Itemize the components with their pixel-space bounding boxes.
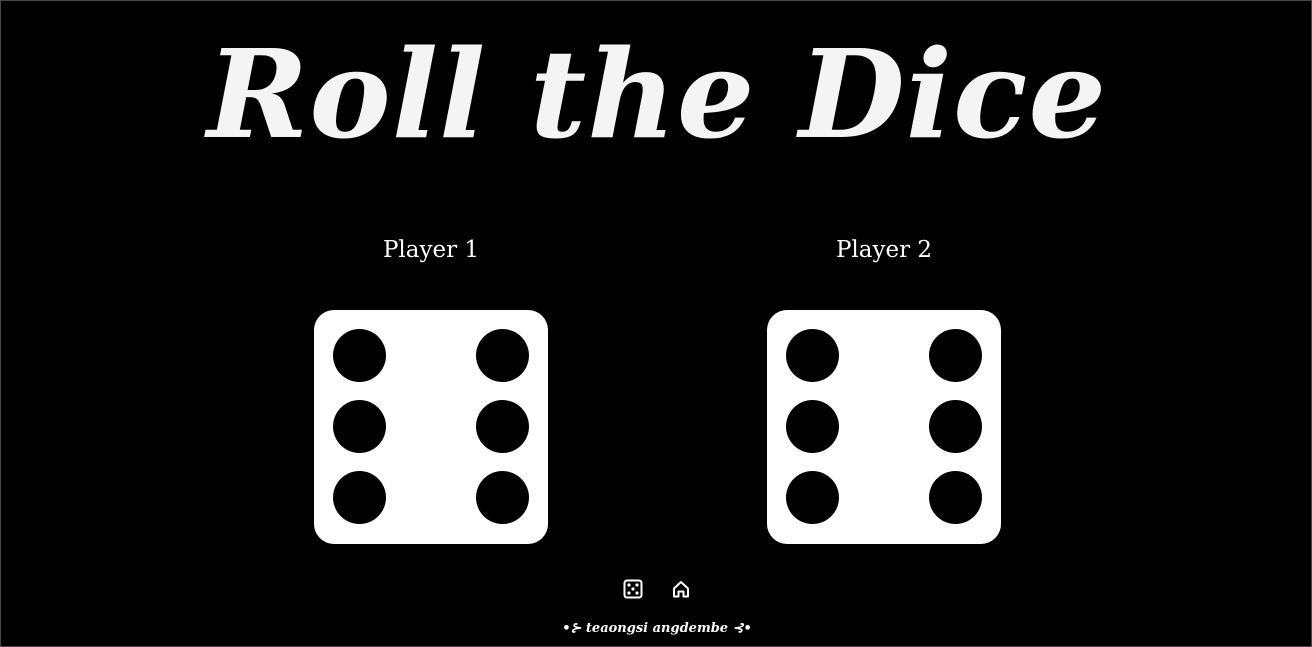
die-pip — [929, 471, 982, 524]
die-pip — [333, 329, 386, 382]
roll-dice-button[interactable] — [620, 576, 646, 602]
dice-icon — [623, 579, 643, 599]
home-icon — [673, 581, 689, 598]
die-pip — [476, 329, 529, 382]
player-2-label: Player 2 — [835, 237, 933, 263]
die-pip — [476, 400, 529, 453]
die-pip — [786, 471, 839, 524]
die-pip — [476, 471, 529, 524]
die-pip — [786, 329, 839, 382]
die-pip — [929, 329, 982, 382]
die-pip — [333, 400, 386, 453]
player-1-label: Player 1 — [382, 237, 480, 263]
footer-credit: •⊱ teaongsi angdembe ⊰• — [562, 621, 752, 636]
die-pip — [786, 400, 839, 453]
home-button[interactable] — [668, 576, 694, 602]
player-1-die — [314, 310, 548, 544]
app-window: Roll the Dice Player 1 Player 2 •⊱ teaon… — [0, 0, 1312, 647]
die-pip — [333, 471, 386, 524]
die-pip — [929, 400, 982, 453]
player-2-die — [767, 310, 1001, 544]
page-title: Roll the Dice — [206, 22, 1108, 166]
